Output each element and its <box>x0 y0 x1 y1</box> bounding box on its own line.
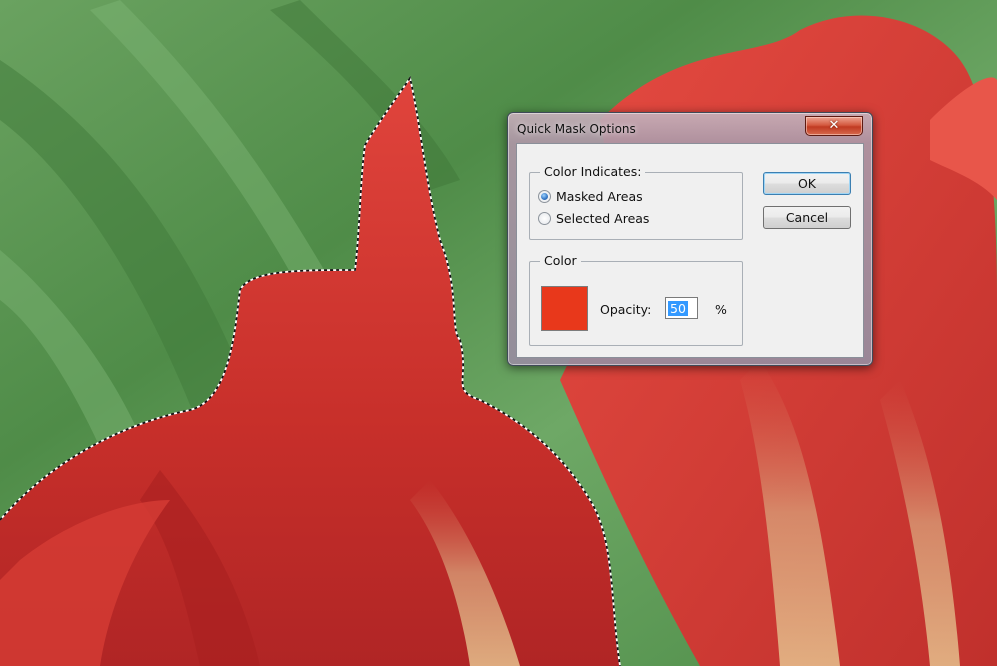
mask-color-swatch[interactable] <box>541 286 588 331</box>
ok-button[interactable]: OK <box>763 172 851 195</box>
radio-unchecked-icon[interactable] <box>538 212 551 225</box>
radio-masked-areas-label[interactable]: Masked Areas <box>556 189 643 204</box>
close-icon: ✕ <box>828 118 840 133</box>
radio-checked-icon[interactable] <box>538 190 551 203</box>
cancel-button[interactable]: Cancel <box>763 206 851 229</box>
close-button[interactable]: ✕ <box>805 116 863 136</box>
radio-selected-areas[interactable]: Selected Areas <box>538 211 649 226</box>
radio-masked-areas[interactable]: Masked Areas <box>538 189 643 204</box>
color-group: Color Opacity: 50 % <box>529 253 743 346</box>
color-indicates-group: Color Indicates: Masked Areas Selected A… <box>529 164 743 240</box>
opacity-value[interactable]: 50 <box>668 301 688 316</box>
color-indicates-legend: Color Indicates: <box>540 164 646 180</box>
radio-selected-areas-label[interactable]: Selected Areas <box>556 211 649 226</box>
opacity-input[interactable]: 50 <box>665 297 698 319</box>
percent-sign: % <box>715 302 727 317</box>
dialog-titlebar[interactable]: Quick Mask Options ✕ <box>508 113 872 143</box>
opacity-label: Opacity: <box>600 302 652 317</box>
dialog-title: Quick Mask Options <box>517 122 636 136</box>
dialog-client-area: Color Indicates: Masked Areas Selected A… <box>516 143 864 358</box>
color-legend: Color <box>540 253 581 269</box>
quick-mask-options-dialog: Quick Mask Options ✕ Color Indicates: Ma… <box>507 112 873 366</box>
